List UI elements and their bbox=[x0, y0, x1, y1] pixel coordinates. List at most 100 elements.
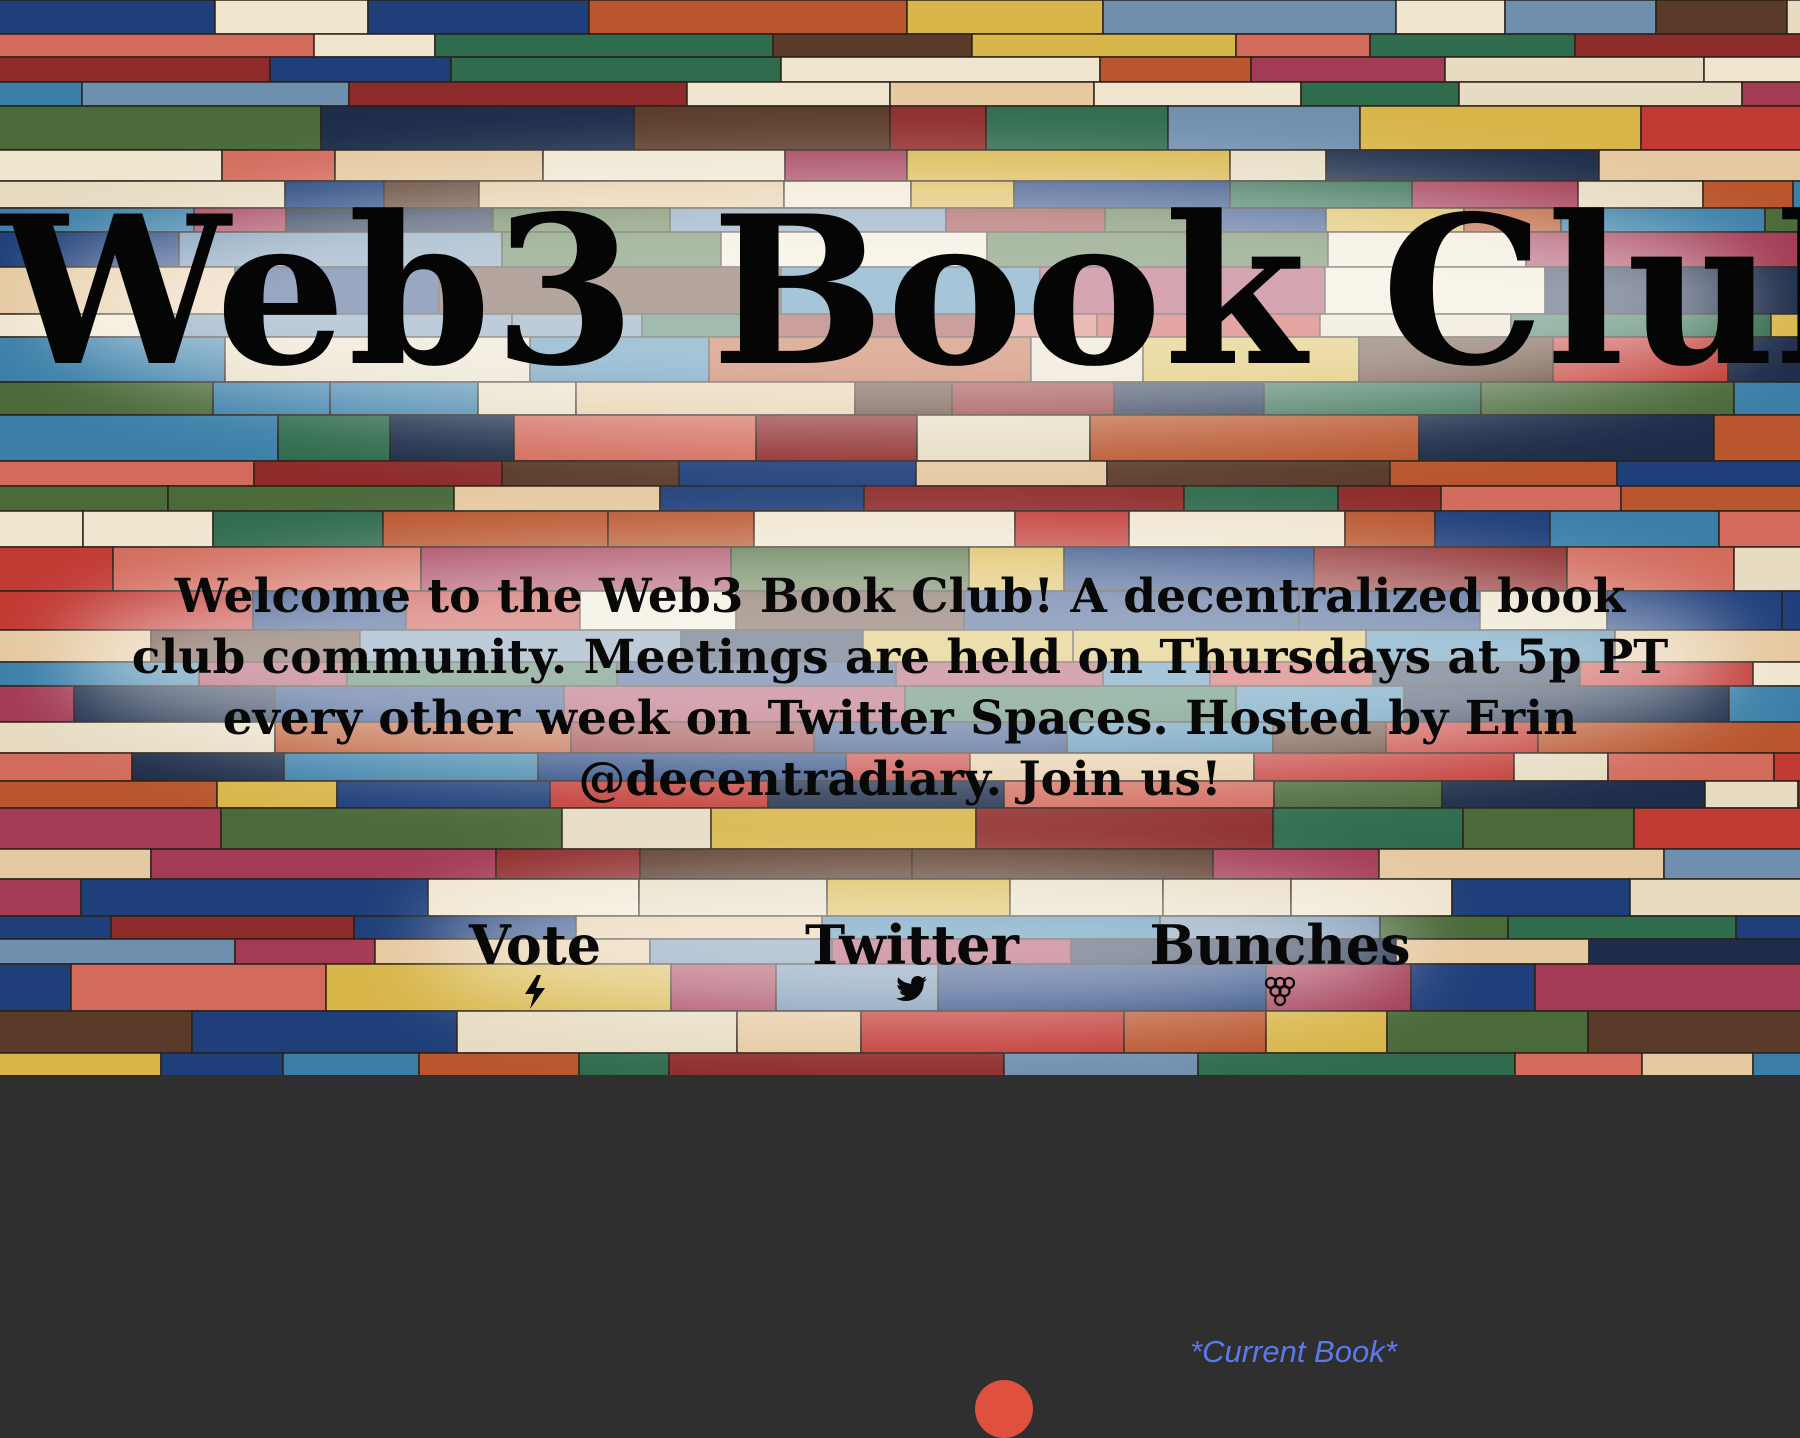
book-spine bbox=[1272, 807, 1464, 850]
book-spine bbox=[1106, 460, 1391, 487]
book-spine bbox=[1752, 661, 1800, 687]
book-spine bbox=[1514, 1052, 1643, 1075]
book-spine bbox=[269, 56, 452, 83]
book-spine bbox=[450, 56, 782, 83]
book-spine bbox=[889, 81, 1095, 107]
book-spine bbox=[1655, 0, 1788, 35]
book-spine bbox=[0, 56, 271, 83]
book-spine bbox=[1663, 848, 1800, 880]
book-spine bbox=[0, 685, 75, 723]
book-spine bbox=[1359, 105, 1642, 151]
book-spine bbox=[780, 56, 1101, 83]
vote-link[interactable]: Vote bbox=[375, 915, 695, 1009]
book-spine bbox=[253, 460, 503, 487]
book-spine bbox=[1620, 485, 1800, 512]
book-spine bbox=[320, 105, 635, 151]
book-spine bbox=[1378, 848, 1665, 880]
twitter-label: Twitter bbox=[805, 913, 1019, 977]
book-spine bbox=[1440, 485, 1622, 512]
book-spine bbox=[1633, 807, 1800, 850]
book-spine bbox=[1641, 1052, 1754, 1075]
book-spine bbox=[1733, 546, 1800, 592]
book-spine bbox=[495, 848, 641, 880]
book-spine bbox=[212, 510, 384, 548]
book-spine bbox=[1395, 0, 1506, 35]
book-spine bbox=[1300, 81, 1460, 107]
book-spine bbox=[348, 81, 688, 107]
book-spine bbox=[1128, 510, 1346, 548]
book-spine bbox=[0, 510, 84, 548]
book-spine bbox=[1735, 915, 1800, 940]
book-spine bbox=[0, 414, 279, 462]
book-spine bbox=[1549, 510, 1720, 548]
book-spine bbox=[0, 1010, 193, 1054]
book-spine bbox=[0, 33, 315, 58]
book-spine bbox=[191, 1010, 458, 1054]
book-spine bbox=[110, 915, 355, 940]
current-book-heading: *Current Book* bbox=[1190, 1334, 1397, 1369]
book-spine bbox=[220, 807, 563, 850]
vote-label: Vote bbox=[468, 913, 602, 977]
book-spine bbox=[561, 807, 712, 850]
book-spine bbox=[1434, 510, 1551, 548]
book-spine bbox=[456, 1010, 738, 1054]
book-spine bbox=[686, 81, 891, 107]
book-spine bbox=[1102, 0, 1397, 35]
book-spine bbox=[0, 938, 236, 965]
book-spine bbox=[1444, 56, 1705, 83]
book-spine bbox=[1458, 81, 1743, 107]
book-spine bbox=[863, 485, 1185, 512]
book-spine bbox=[915, 460, 1108, 487]
book-spine bbox=[418, 1052, 580, 1075]
book-spine bbox=[578, 1052, 670, 1075]
book-spine bbox=[367, 0, 590, 35]
bunches-label: Bunches bbox=[1149, 913, 1411, 977]
book-spine bbox=[906, 0, 1104, 35]
book-spine bbox=[0, 807, 222, 850]
book-spine bbox=[668, 1052, 1005, 1075]
book-spine bbox=[0, 105, 322, 151]
book-spine bbox=[150, 848, 497, 880]
book-spine bbox=[1197, 1052, 1516, 1075]
book-spine bbox=[0, 546, 114, 592]
bunches-link[interactable]: Bunches bbox=[1120, 915, 1440, 1009]
book-spine bbox=[889, 105, 987, 151]
book-spine bbox=[389, 414, 515, 462]
hero-banner: Web3 Book Club Welcome to the Web3 Book … bbox=[0, 0, 1800, 1075]
book-spine bbox=[1462, 807, 1635, 850]
book-spine bbox=[80, 878, 429, 917]
content-section bbox=[0, 1075, 1800, 1398]
twitter-link[interactable]: Twitter bbox=[752, 915, 1072, 1009]
book-spine bbox=[0, 915, 112, 940]
book-spine bbox=[1786, 0, 1800, 35]
book-spine bbox=[1704, 780, 1799, 809]
page-title: Web3 Book Club bbox=[0, 172, 1800, 412]
book-spine bbox=[382, 510, 609, 548]
book-spine bbox=[0, 485, 169, 512]
book-spine bbox=[1588, 938, 1800, 965]
book-spine bbox=[1616, 460, 1800, 487]
book-spine bbox=[1099, 56, 1252, 83]
book-spine bbox=[1235, 33, 1371, 58]
book-spine bbox=[0, 848, 152, 880]
book-spine bbox=[1507, 915, 1737, 940]
book-spine bbox=[0, 878, 82, 917]
book-spine bbox=[588, 0, 908, 35]
book-spine bbox=[971, 33, 1237, 58]
current-book-emblem bbox=[975, 1380, 1033, 1438]
book-spine bbox=[1534, 963, 1800, 1012]
book-spine bbox=[453, 485, 661, 512]
book-spine bbox=[0, 0, 216, 35]
book-spine bbox=[975, 807, 1274, 850]
book-spine bbox=[1265, 1010, 1388, 1054]
book-spine bbox=[710, 807, 977, 850]
book-spine bbox=[1504, 0, 1657, 35]
book-spine bbox=[1451, 878, 1631, 917]
book-spine bbox=[1640, 105, 1800, 151]
twitter-bird-icon bbox=[752, 975, 1072, 1009]
book-spine bbox=[1093, 81, 1302, 107]
book-spine bbox=[1587, 1010, 1800, 1054]
book-spine bbox=[1741, 81, 1800, 107]
book-spine bbox=[1574, 33, 1800, 58]
book-spine bbox=[1386, 1010, 1589, 1054]
